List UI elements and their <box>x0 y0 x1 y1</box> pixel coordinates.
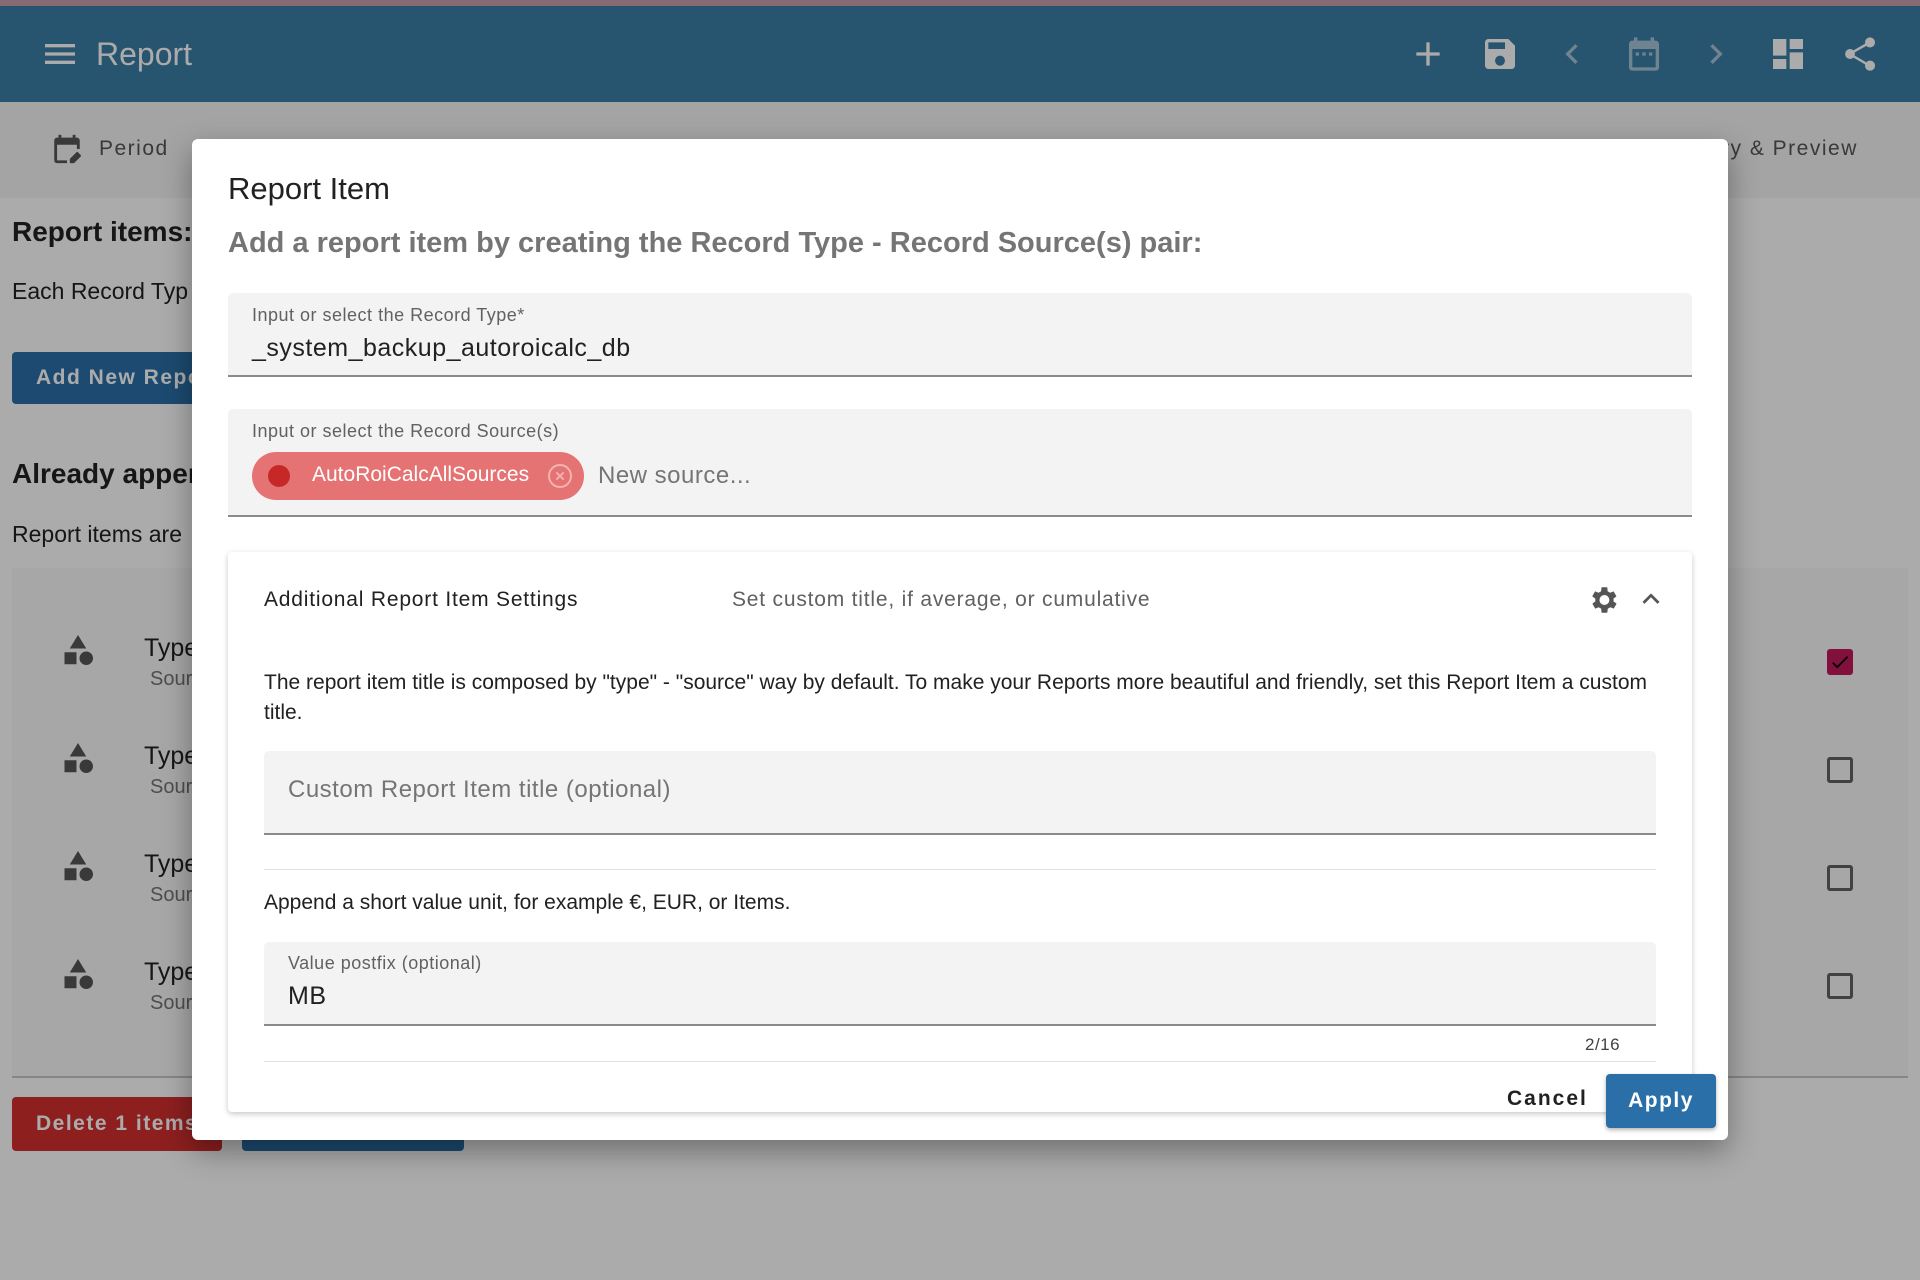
chip-dot-icon <box>268 465 290 487</box>
postfix-counter: 2/16 <box>1585 1035 1621 1054</box>
dialog-subtitle: Add a report item by creating the Record… <box>228 227 1203 259</box>
record-source-label: Input or select the Record Source(s) <box>252 421 560 441</box>
section-divider <box>264 869 1656 870</box>
settings-description: Set custom title, if average, or cumulat… <box>732 588 1151 611</box>
postfix-label: Value postfix (optional) <box>288 953 482 973</box>
section-divider <box>264 1061 1656 1062</box>
custom-title-placeholder: Custom Report Item title (optional) <box>288 776 671 803</box>
source-chip-label: AutoRoiCalcAllSources <box>312 463 530 486</box>
cancel-button[interactable]: Cancel <box>1507 1087 1588 1111</box>
record-type-value: _system_backup_autoroicalc_db <box>252 334 631 362</box>
record-type-input[interactable]: Input or select the Record Type* _system… <box>228 293 1692 377</box>
custom-title-input[interactable]: Custom Report Item title (optional) <box>264 751 1656 835</box>
gear-icon <box>1586 583 1620 617</box>
chip-remove-icon[interactable] <box>548 464 572 488</box>
report-item-dialog: Report Item Add a report item by creatin… <box>192 139 1728 1140</box>
postfix-value: MB <box>288 982 327 1010</box>
chevron-up-icon[interactable] <box>1634 582 1668 616</box>
record-source-input[interactable]: Input or select the Record Source(s) Aut… <box>228 409 1692 517</box>
dialog-title: Report Item <box>228 171 390 206</box>
title-info-text: The report item title is composed by "ty… <box>264 671 1647 724</box>
new-source-placeholder[interactable]: New source... <box>598 462 751 490</box>
postfix-info-text: Append a short value unit, for example €… <box>264 891 791 914</box>
source-chip[interactable]: AutoRoiCalcAllSources <box>252 452 584 500</box>
additional-settings-panel: Additional Report Item Settings Set cust… <box>228 552 1692 1112</box>
settings-heading[interactable]: Additional Report Item Settings <box>264 588 578 612</box>
value-postfix-input[interactable]: Value postfix (optional) MB <box>264 942 1656 1026</box>
record-type-label: Input or select the Record Type* <box>252 305 525 325</box>
apply-button[interactable]: Apply <box>1606 1074 1716 1128</box>
